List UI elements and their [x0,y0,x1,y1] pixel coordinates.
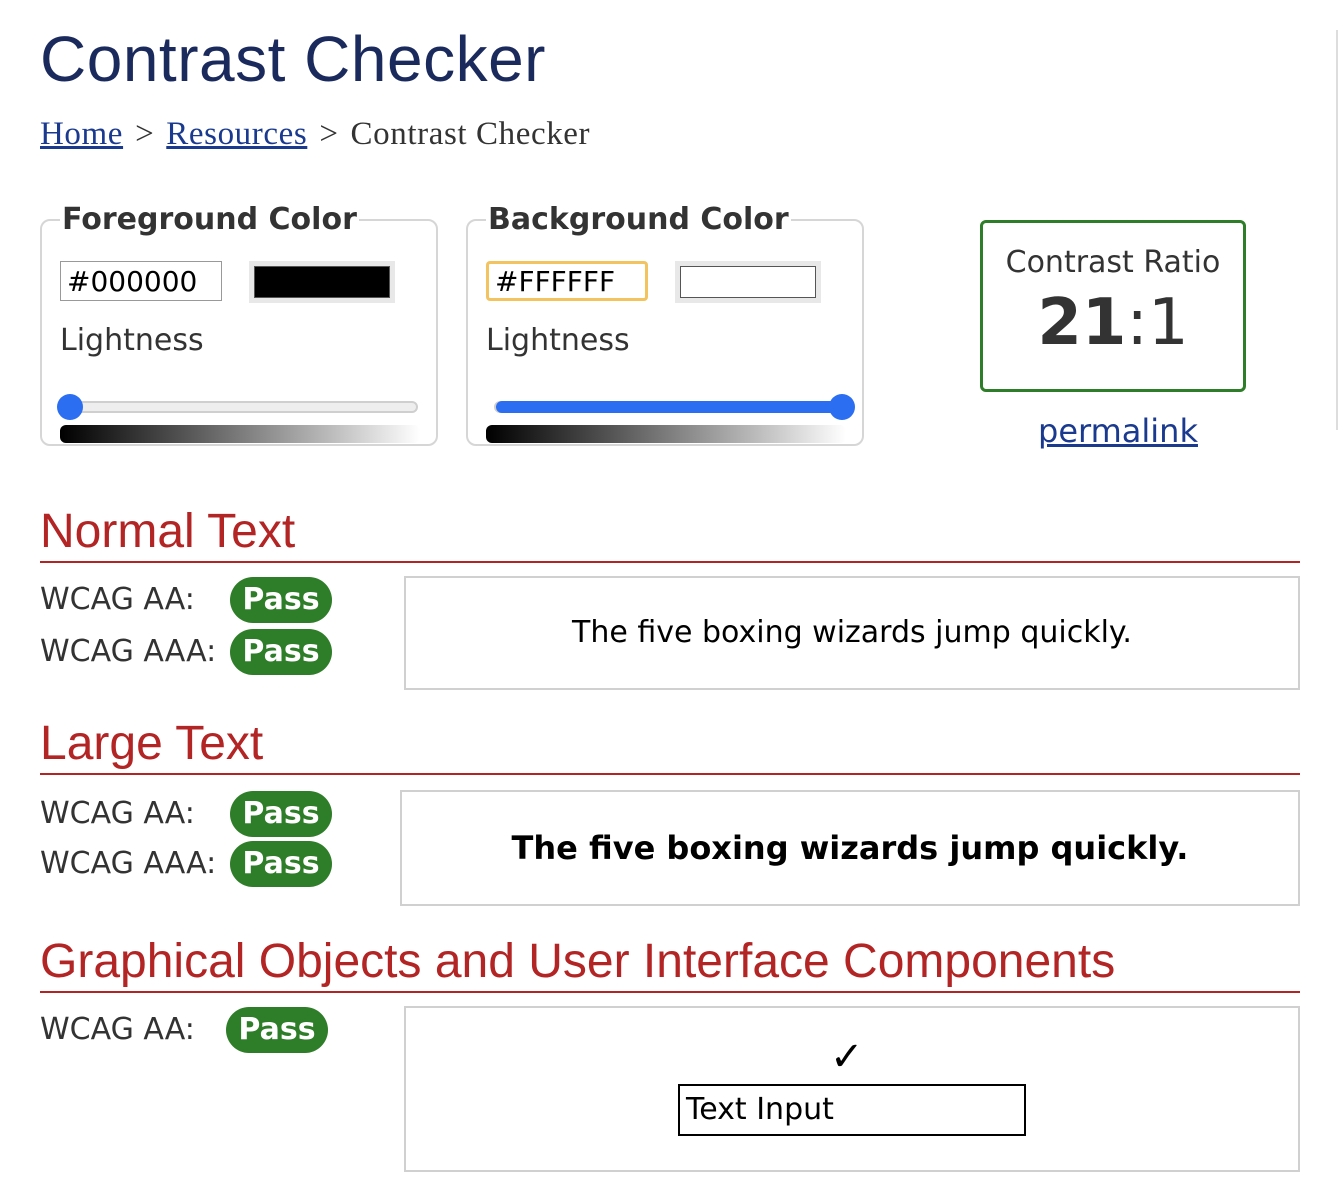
normal-aa-label: WCAG AA: [40,582,195,617]
contrast-ratio-value: 21:1 [983,286,1243,360]
normal-aa-pass-badge: Pass [230,577,332,623]
foreground-slider-thumb[interactable] [57,394,83,420]
foreground-color-panel: Foreground Color Lightness [40,202,438,446]
graphical-objects-heading: Graphical Objects and User Interface Com… [40,935,1300,993]
normal-text-heading: Normal Text [40,505,1300,563]
background-color-legend: Background Color [488,202,789,237]
large-aa-pass-badge: Pass [230,791,332,837]
breadcrumb-separator: > [319,116,339,152]
foreground-lightness-gradient [60,425,420,443]
foreground-swatch [254,266,390,298]
large-text-heading: Large Text [40,717,1300,775]
background-lightness-slider[interactable] [494,394,855,420]
contrast-ratio-separator: : [1126,286,1148,360]
background-hex-input[interactable] [486,261,648,301]
foreground-color-picker[interactable] [249,261,395,303]
breadcrumb-current: Contrast Checker [350,116,591,152]
checkmark-icon: ✓ [830,1034,864,1080]
contrast-ratio-label: Contrast Ratio [1005,245,1221,280]
large-text-preview: The five boxing wizards jump quickly. [400,790,1300,906]
normal-aaa-label: WCAG AAA: [40,634,217,669]
background-swatch [680,266,816,298]
background-slider-thumb[interactable] [829,394,855,420]
large-aa-label: WCAG AA: [40,796,195,831]
breadcrumb-resources-link[interactable]: Resources [166,116,307,152]
large-aaa-label: WCAG AAA: [40,846,217,881]
contrast-ratio-left: 21 [1037,286,1127,360]
foreground-hex-input[interactable] [60,261,222,301]
graphical-aa-label: WCAG AA: [40,1012,195,1047]
breadcrumb: Home > Resources > Contrast Checker [40,116,590,153]
large-aaa-pass-badge: Pass [230,841,332,887]
background-lightness-label: Lightness [486,323,630,358]
background-slider-fill [496,401,842,413]
contrast-ratio-right: 1 [1147,286,1189,360]
background-color-picker[interactable] [675,261,821,303]
background-color-panel: Background Color Lightness [466,202,864,446]
normal-aaa-pass-badge: Pass [230,629,332,675]
permalink-link[interactable]: permalink [1038,412,1198,450]
foreground-lightness-label: Lightness [60,323,204,358]
demo-text-input[interactable]: Text Input [678,1084,1026,1136]
contrast-ratio-panel: Contrast Ratio 21:1 [980,220,1246,392]
normal-text-preview: The five boxing wizards jump quickly. [404,576,1300,690]
foreground-color-legend: Foreground Color [62,202,357,237]
foreground-lightness-slider[interactable] [57,394,418,420]
breadcrumb-home-link[interactable]: Home [40,116,123,152]
page-title: Contrast Checker [40,23,546,95]
graphical-aa-pass-badge: Pass [226,1007,328,1053]
breadcrumb-separator: > [135,116,155,152]
background-lightness-gradient [486,425,846,443]
